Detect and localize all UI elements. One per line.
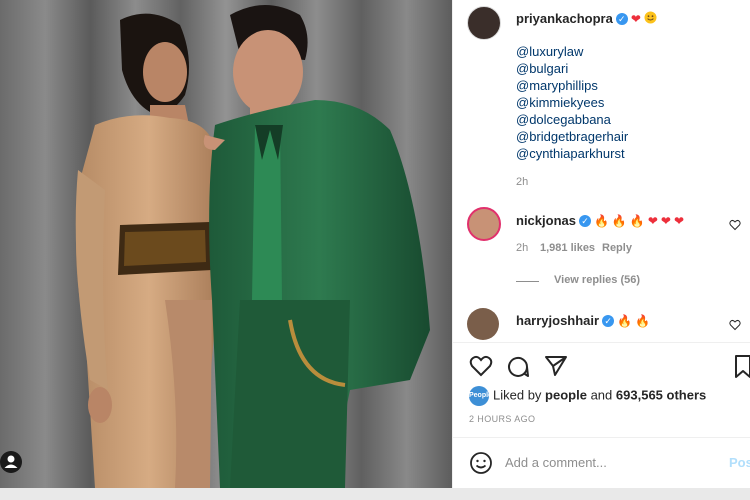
likes-summary: PeopleLiked by people and 693,565 others bbox=[469, 386, 706, 406]
like-comment-button[interactable] bbox=[729, 218, 741, 236]
profile-icon[interactable] bbox=[0, 451, 22, 473]
fire-emoji: 🔥 bbox=[593, 213, 609, 228]
caption-mention[interactable]: @kimmiekyees bbox=[516, 95, 604, 110]
caption-mention[interactable]: @luxurylaw bbox=[516, 44, 583, 59]
like-comment-button[interactable] bbox=[729, 318, 741, 336]
red-heart-emoji: ❤ bbox=[660, 213, 671, 228]
caption-mention[interactable]: @cynthiaparkhurst bbox=[516, 146, 625, 161]
commenter-avatar[interactable] bbox=[467, 207, 501, 241]
others-count[interactable]: 693,565 others bbox=[616, 387, 706, 402]
add-comment-bar: Add a comment... Pos bbox=[453, 437, 750, 489]
comment-timestamp: 2h bbox=[516, 242, 529, 254]
caption-mention[interactable]: @bridgetbragerhair bbox=[516, 129, 628, 144]
share-button[interactable] bbox=[544, 355, 568, 382]
bookmark-icon bbox=[735, 355, 750, 378]
red-heart-emoji: ❤ bbox=[647, 213, 658, 228]
commenter-avatar[interactable] bbox=[467, 308, 499, 340]
comment-bubble-icon bbox=[508, 356, 529, 377]
comment-like-count[interactable]: 1,981 likes bbox=[540, 242, 595, 254]
liker-username[interactable]: people bbox=[545, 387, 587, 402]
verified-icon: ✓ bbox=[602, 314, 615, 327]
caption-mention[interactable]: @dolcegabbana bbox=[516, 112, 611, 127]
like-button[interactable] bbox=[469, 355, 493, 382]
fire-emoji: 🔥 bbox=[611, 213, 627, 228]
paper-plane-icon bbox=[545, 356, 567, 376]
post-comment-button[interactable]: Pos bbox=[729, 455, 750, 470]
liker-avatar-badge[interactable]: People bbox=[469, 386, 492, 406]
commenter-username[interactable]: harryjoshhair bbox=[516, 313, 599, 328]
couple-photo-illustration bbox=[0, 0, 452, 488]
author-username[interactable]: priyankachopra bbox=[516, 11, 613, 26]
emoji-picker-button[interactable] bbox=[469, 451, 493, 480]
save-button[interactable] bbox=[735, 355, 750, 384]
liked-by-label: Liked by bbox=[493, 387, 542, 403]
comment-button[interactable] bbox=[506, 355, 530, 384]
caption-mention[interactable]: @maryphillips bbox=[516, 78, 598, 93]
fire-emoji: 🔥 bbox=[635, 313, 650, 328]
post-side-panel: priyankachopra ✓ ❤ @luxurylaw @bulgari @ma… bbox=[452, 0, 750, 488]
liked-and-label: and bbox=[590, 387, 613, 403]
reply-button[interactable]: Reply bbox=[602, 242, 632, 254]
heart-outline-icon bbox=[729, 219, 741, 231]
view-replies-button[interactable]: View replies (56) bbox=[554, 274, 640, 286]
verified-icon: ✓ bbox=[578, 214, 591, 227]
bottom-strip bbox=[0, 488, 750, 500]
red-heart-emoji: ❤ bbox=[673, 213, 685, 228]
verified-icon: ✓ bbox=[615, 12, 628, 25]
actions-divider bbox=[453, 342, 750, 343]
post-age: 2 HOURS AGO bbox=[469, 414, 536, 424]
post-photo[interactable] bbox=[0, 0, 452, 488]
comment-input[interactable]: Add a comment... bbox=[505, 455, 607, 470]
commenter-username[interactable]: nickjonas bbox=[516, 213, 576, 228]
author-avatar[interactable] bbox=[467, 6, 501, 40]
heart-icon bbox=[469, 355, 493, 377]
caption-mention[interactable]: @bulgari bbox=[516, 61, 568, 76]
smiley-icon bbox=[470, 452, 492, 474]
heart-outline-icon bbox=[729, 319, 741, 331]
red-heart-emoji: ❤ bbox=[630, 11, 641, 26]
fire-emoji: 🔥 bbox=[629, 213, 645, 228]
smiling-face-emoji bbox=[644, 11, 657, 27]
replies-line bbox=[516, 281, 539, 282]
fire-emoji: 🔥 bbox=[617, 313, 633, 328]
caption-timestamp: 2h bbox=[516, 176, 529, 188]
